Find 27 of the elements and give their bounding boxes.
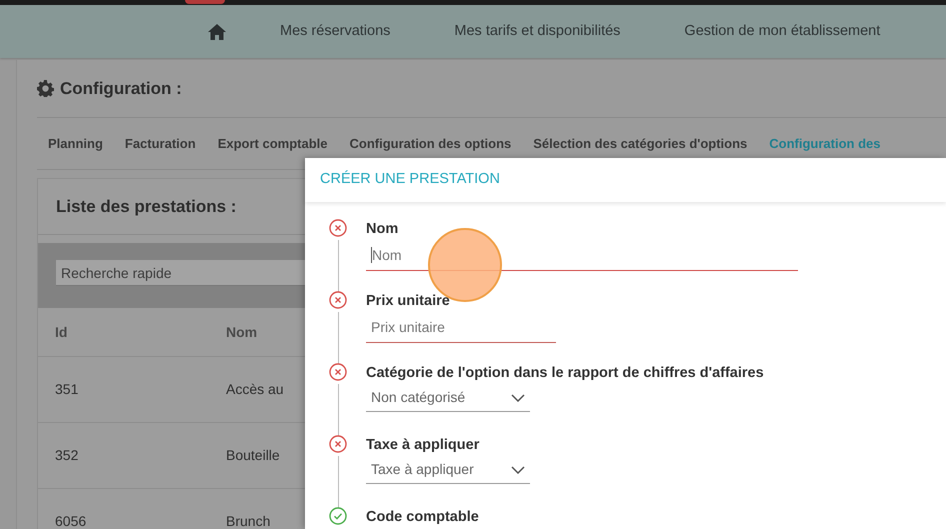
chevron-down-icon <box>511 466 525 474</box>
table-cell-text: Accès au <box>226 380 284 399</box>
chevron-down-icon <box>511 394 525 402</box>
tab[interactable]: Configuration des options <box>338 134 522 154</box>
gear-icon <box>37 80 54 97</box>
table-cell-text: 352 <box>54 446 80 465</box>
table-cell-text: Brunch <box>226 512 270 529</box>
table-cell-text: 351 <box>54 380 80 399</box>
table-cell-text: 6056 <box>54 512 88 529</box>
tab[interactable]: Facturation <box>114 134 207 154</box>
tab[interactable]: Planning <box>37 134 114 154</box>
column-header: Nom <box>226 322 258 342</box>
home-icon[interactable] <box>208 24 226 40</box>
column-header: Id <box>54 322 68 342</box>
tab[interactable]: Export comptable <box>206 134 338 154</box>
dropdown-field[interactable]: Non catégorisé <box>366 384 530 412</box>
table-cell-text: Bouteille <box>226 446 280 465</box>
field-label: Taxe à appliquer <box>366 436 480 455</box>
nav-link[interactable]: Mes réservations <box>280 20 390 42</box>
field-label: Catégorie de l'option dans le rapport de chiffres d'affaires <box>366 364 764 383</box>
page-title: Configuration : <box>60 78 182 100</box>
field-label: Code comptable <box>366 508 479 527</box>
tab[interactable]: Sélection des catégories d'options <box>522 134 758 154</box>
nav-link[interactable]: Mes tarifs et disponibilités <box>454 20 620 42</box>
nav-link[interactable]: Gestion de mon établissement <box>684 20 880 42</box>
field-label: Prix unitaire <box>366 292 451 311</box>
dropdown-field[interactable]: Taxe à appliquer <box>366 456 530 484</box>
